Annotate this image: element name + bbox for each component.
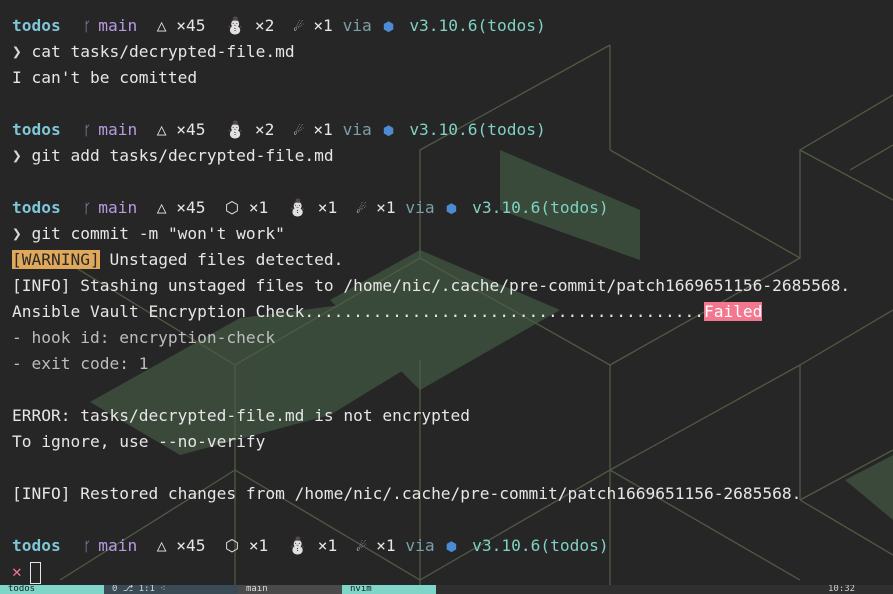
prompt-git-status: △ ×45 ⬡ ×1 ⛄ ×1 ☄ ×1 — [156, 198, 396, 217]
prompt-via: via — [405, 198, 435, 217]
command-line: ❯ cat tasks/decrypted-file.md — [12, 39, 893, 65]
prompt-via: via — [342, 120, 372, 139]
terminal-output: todos ᚴ main △ ×45 ⛄ ×2 ☄ ×1 via ⬢ v3.10.… — [12, 13, 893, 585]
prompt-git-status: △ ×45 ⬡ ×1 ⛄ ×1 ☄ ×1 — [156, 536, 396, 555]
prompt-chevron: ❯ — [12, 224, 22, 243]
prompt-python-version: v3.10.6(todos) — [409, 120, 546, 139]
command-text: git add tasks/decrypted-file.md — [31, 146, 334, 165]
tmux-status-bar: todos 0 ⎇ 1:1 ⁖ main nvim 10:32 — [0, 585, 893, 594]
info-stash-line: [INFO] Stashing unstaged files to /home/… — [12, 276, 851, 295]
status-session[interactable]: todos — [0, 585, 108, 594]
error-status-icon: ✕ — [12, 562, 22, 581]
git-branch-icon: ᚴ — [83, 20, 92, 35]
prompt-python-version: v3.10.6(todos) — [472, 198, 609, 217]
git-branch-icon: ᚴ — [83, 540, 92, 555]
command-text: git commit -m "won't work" — [31, 224, 285, 243]
prompt-line: todos ᚴ main △ ×45 ⬡ ×1 ⛄ ×1 ☄ ×1 via ⬢ v… — [12, 533, 893, 559]
status-clock: 10:32 — [820, 585, 893, 594]
python-icon: ⬢ — [382, 124, 395, 139]
check-name: Ansible Vault Encryption Check..........… — [12, 302, 704, 321]
python-icon: ⬢ — [445, 540, 458, 555]
prompt-line: todos ᚴ main △ ×45 ⬡ ×1 ⛄ ×1 ☄ ×1 via ⬢ v… — [12, 195, 893, 221]
check-line: Ansible Vault Encryption Check..........… — [12, 299, 893, 325]
python-icon: ⬢ — [382, 20, 395, 35]
prompt-via: via — [342, 16, 372, 35]
prompt-via: via — [405, 536, 435, 555]
status-window-nvim[interactable]: nvim — [342, 585, 436, 594]
exit-code-line: - exit code: 1 — [12, 354, 149, 373]
info-restore-line: [INFO] Restored changes from /home/nic/.… — [12, 484, 802, 503]
terminal-cursor[interactable] — [29, 561, 41, 584]
prompt-branch: main — [98, 120, 138, 139]
prompt-git-status: △ ×45 ⛄ ×2 ☄ ×1 — [156, 120, 333, 139]
prompt-chevron: ❯ — [12, 42, 22, 61]
hook-id-line: - hook id: encryption-check — [12, 328, 276, 347]
ignore-hint-line: To ignore, use --no-verify — [12, 432, 266, 451]
status-window-main[interactable]: main — [238, 585, 346, 594]
prompt-dir: todos — [12, 198, 61, 217]
output-line: I can't be comitted — [12, 68, 198, 87]
warning-line: [WARNING] Unstaged files detected. — [12, 247, 893, 273]
check-failed-badge: Failed — [703, 302, 763, 321]
command-text: cat tasks/decrypted-file.md — [31, 42, 295, 61]
command-line: ❯ git add tasks/decrypted-file.md — [12, 143, 893, 169]
error-line: ERROR: tasks/decrypted-file.md is not en… — [12, 406, 471, 425]
input-line[interactable]: ✕ — [12, 559, 893, 585]
command-line: ❯ git commit -m "won't work" — [12, 221, 893, 247]
warning-text: Unstaged files detected. — [99, 250, 344, 269]
git-branch-icon: ᚴ — [83, 124, 92, 139]
git-branch-icon: ᚴ — [83, 202, 92, 217]
prompt-line: todos ᚴ main △ ×45 ⛄ ×2 ☄ ×1 via ⬢ v3.10.… — [12, 117, 893, 143]
prompt-branch: main — [98, 198, 138, 217]
prompt-chevron: ❯ — [12, 146, 22, 165]
status-window-info: 0 ⎇ 1:1 ⁖ — [104, 585, 242, 594]
prompt-python-version: v3.10.6(todos) — [409, 16, 546, 35]
prompt-branch: main — [98, 536, 138, 555]
warning-tag: [WARNING] — [12, 250, 100, 269]
prompt-git-status: △ ×45 ⛄ ×2 ☄ ×1 — [156, 16, 333, 35]
python-icon: ⬢ — [445, 202, 458, 217]
prompt-dir: todos — [12, 536, 61, 555]
prompt-dir: todos — [12, 16, 61, 35]
prompt-dir: todos — [12, 120, 61, 139]
prompt-python-version: v3.10.6(todos) — [472, 536, 609, 555]
prompt-line: todos ᚴ main △ ×45 ⛄ ×2 ☄ ×1 via ⬢ v3.10.… — [12, 13, 893, 39]
prompt-branch: main — [98, 16, 138, 35]
